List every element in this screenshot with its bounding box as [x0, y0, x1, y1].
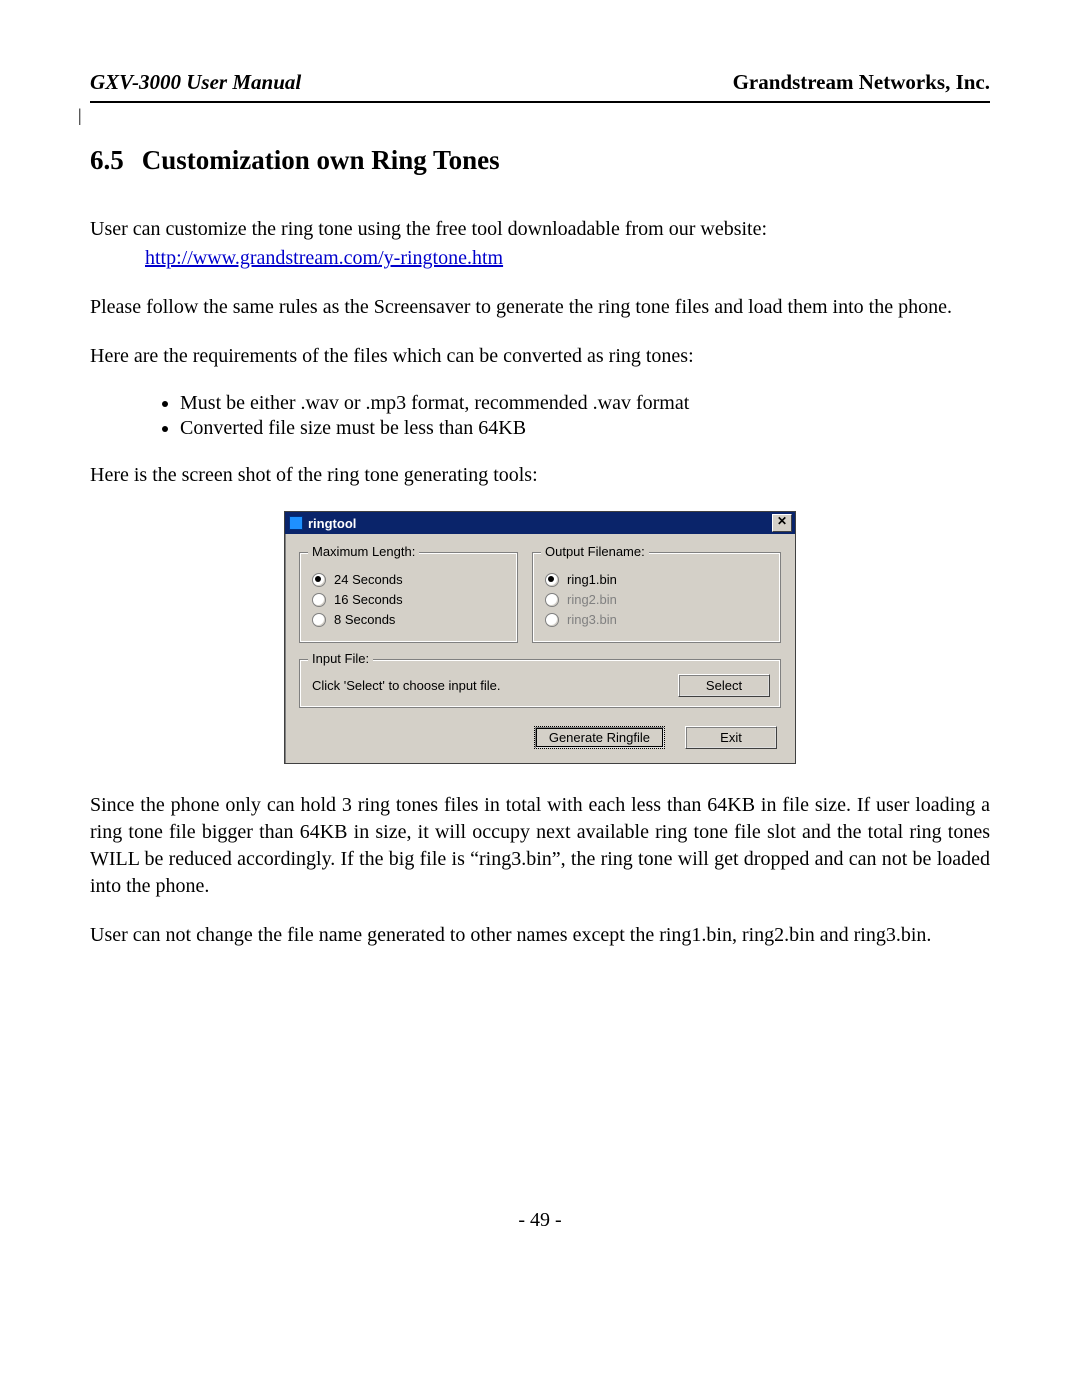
ringtool-dialog: ringtool ✕ Maximum Length: 24 Seconds: [284, 511, 796, 764]
screenshot-intro: Here is the screen shot of the ring tone…: [90, 462, 990, 489]
text-cursor-mark: |: [78, 105, 82, 126]
input-file-group: Input File: Click 'Select' to choose inp…: [299, 659, 781, 708]
header-left: GXV-3000 User Manual: [90, 70, 301, 95]
close-button[interactable]: ✕: [772, 514, 792, 532]
page-number: - 49 -: [90, 1209, 990, 1232]
section-number: 6.5: [90, 145, 124, 175]
section-title: Customization own Ring Tones: [142, 145, 500, 175]
radio-label: ring2.bin: [567, 592, 617, 607]
download-link[interactable]: http://www.grandstream.com/y-ringtone.ht…: [145, 247, 503, 269]
rules-paragraph: Please follow the same rules as the Scre…: [90, 294, 990, 321]
output-filename-group: Output Filename: ring1.bin ring2.bin rin…: [532, 552, 781, 643]
exit-button[interactable]: Exit: [685, 726, 777, 749]
radio-label: 24 Seconds: [334, 572, 403, 587]
generate-ringfile-button[interactable]: Generate Ringfile: [534, 726, 665, 749]
group-legend: Input File:: [308, 651, 373, 666]
section-heading: 6.5 Customization own Ring Tones: [90, 145, 990, 176]
radio-label: 16 Seconds: [334, 592, 403, 607]
radio-icon: [545, 573, 559, 587]
radio-ring3[interactable]: ring3.bin: [545, 612, 770, 627]
dialog-title: ringtool: [308, 516, 356, 531]
maximum-length-group: Maximum Length: 24 Seconds 16 Seconds 8 …: [299, 552, 518, 643]
requirements-intro: Here are the requirements of the files w…: [90, 343, 990, 370]
after-paragraph-2: User can not change the file name genera…: [90, 922, 990, 949]
radio-ring1[interactable]: ring1.bin: [545, 572, 770, 587]
close-icon: ✕: [777, 514, 787, 528]
radio-icon: [312, 573, 326, 587]
page-header: GXV-3000 User Manual Grandstream Network…: [90, 70, 990, 103]
radio-24-seconds[interactable]: 24 Seconds: [312, 572, 507, 587]
group-legend: Maximum Length:: [308, 544, 419, 559]
radio-label: 8 Seconds: [334, 612, 395, 627]
radio-ring2[interactable]: ring2.bin: [545, 592, 770, 607]
intro-paragraph: User can customize the ring tone using t…: [90, 216, 990, 272]
radio-icon: [312, 613, 326, 627]
group-legend: Output Filename:: [541, 544, 649, 559]
header-right: Grandstream Networks, Inc.: [733, 70, 990, 95]
radio-8-seconds[interactable]: 8 Seconds: [312, 612, 507, 627]
input-file-hint: Click 'Select' to choose input file.: [312, 678, 501, 693]
radio-label: ring1.bin: [567, 572, 617, 587]
after-paragraph-1: Since the phone only can hold 3 ring ton…: [90, 792, 990, 900]
radio-icon: [312, 593, 326, 607]
radio-16-seconds[interactable]: 16 Seconds: [312, 592, 507, 607]
dialog-titlebar: ringtool ✕: [285, 512, 795, 534]
requirements-list: Must be either .wav or .mp3 format, reco…: [90, 392, 990, 440]
list-item: Must be either .wav or .mp3 format, reco…: [180, 392, 990, 415]
list-item: Converted file size must be less than 64…: [180, 417, 990, 440]
radio-icon: [545, 593, 559, 607]
radio-icon: [545, 613, 559, 627]
radio-label: ring3.bin: [567, 612, 617, 627]
app-icon: [289, 516, 303, 530]
select-button[interactable]: Select: [678, 674, 770, 697]
